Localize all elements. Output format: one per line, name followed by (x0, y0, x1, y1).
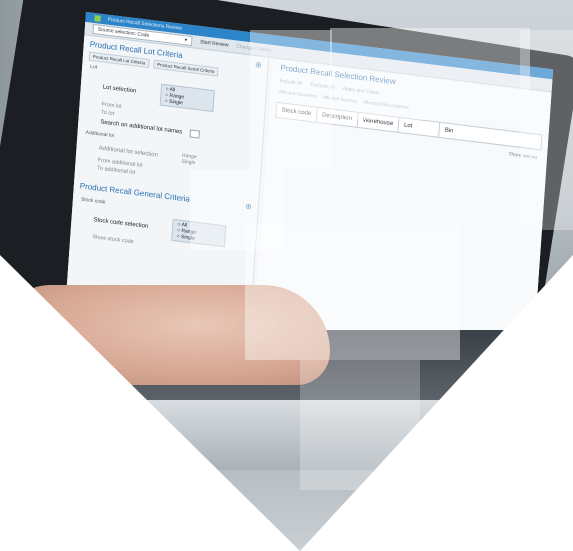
chevron-mask (0, 255, 573, 551)
hero-image: Product Recall Selections Review Source … (0, 0, 573, 551)
